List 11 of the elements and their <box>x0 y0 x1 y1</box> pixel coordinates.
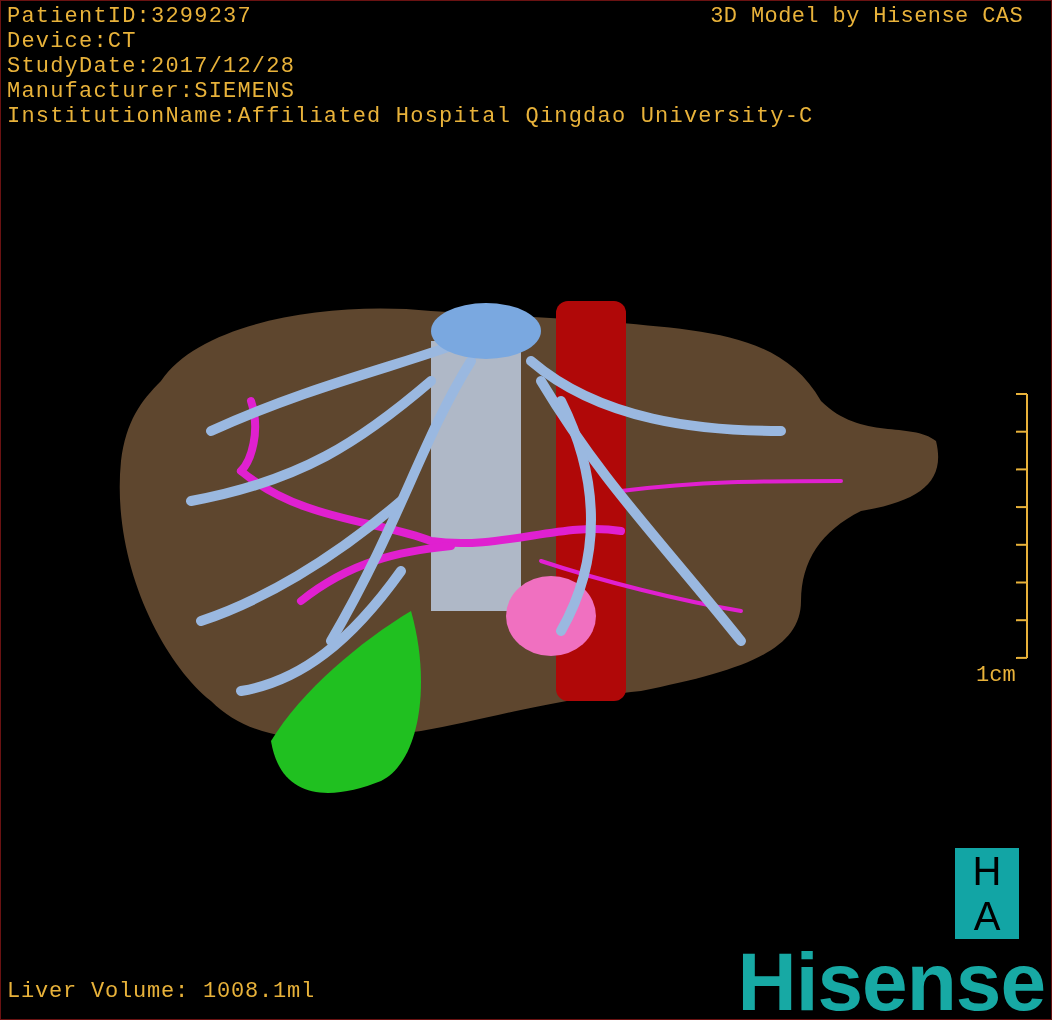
scale-label: 1cm <box>976 663 1016 688</box>
study-info-line: InstitutionName:Affiliated Hospital Qingdao University-C <box>7 104 814 129</box>
study-info-line: Manufacturer:SIEMENS <box>7 79 296 104</box>
study-info-line: PatientID:3299237 <box>7 4 252 29</box>
brand-logo: Hisense <box>737 941 1045 1019</box>
orientation-letter: H <box>972 850 1002 891</box>
model-credit: 3D Model by Hisense CAS <box>710 4 1023 29</box>
study-info-line: StudyDate:2017/12/28 <box>7 54 296 79</box>
orientation-letter: A <box>973 896 1001 937</box>
liver-volume: Liver Volume: 1008.1ml <box>7 979 316 1004</box>
study-info-line: Device:CT <box>7 29 137 54</box>
